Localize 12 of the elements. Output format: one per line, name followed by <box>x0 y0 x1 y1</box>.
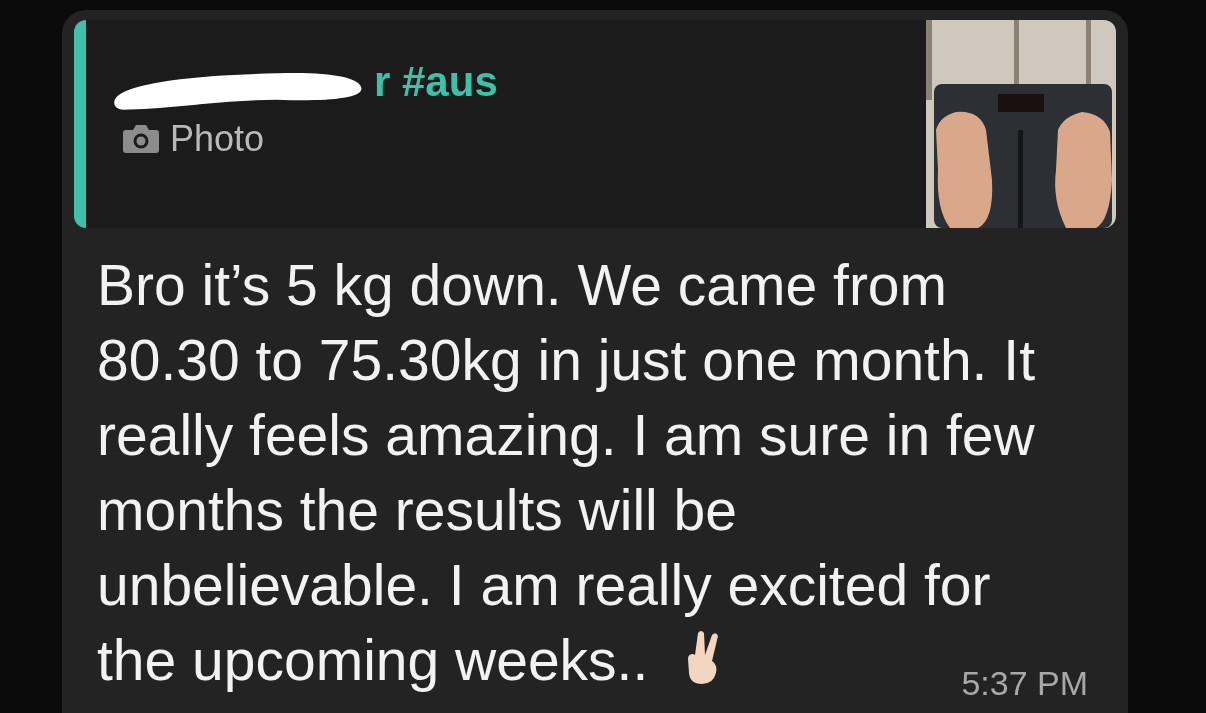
message-line: months the results will be <box>97 477 737 544</box>
message-line: the upcoming weeks.. <box>97 627 649 694</box>
message-line: really feels amazing. I am sure in few <box>97 402 1035 469</box>
camera-icon <box>122 124 160 154</box>
victory-hand-icon <box>686 628 721 685</box>
message-line: Bro it’s 5 kg down. We came from <box>97 252 948 319</box>
author-name: r #aus <box>374 58 498 106</box>
message-line: 80.30 to 75.30kg in just one month. It <box>97 327 1035 394</box>
attachment-label: Photo <box>170 118 265 160</box>
quoted-reply[interactable]: r #aus Photo <box>74 20 1116 228</box>
message-line: unbelievable. I am really excited for <box>97 552 991 619</box>
message-time: 5:37 PM <box>961 664 1088 703</box>
